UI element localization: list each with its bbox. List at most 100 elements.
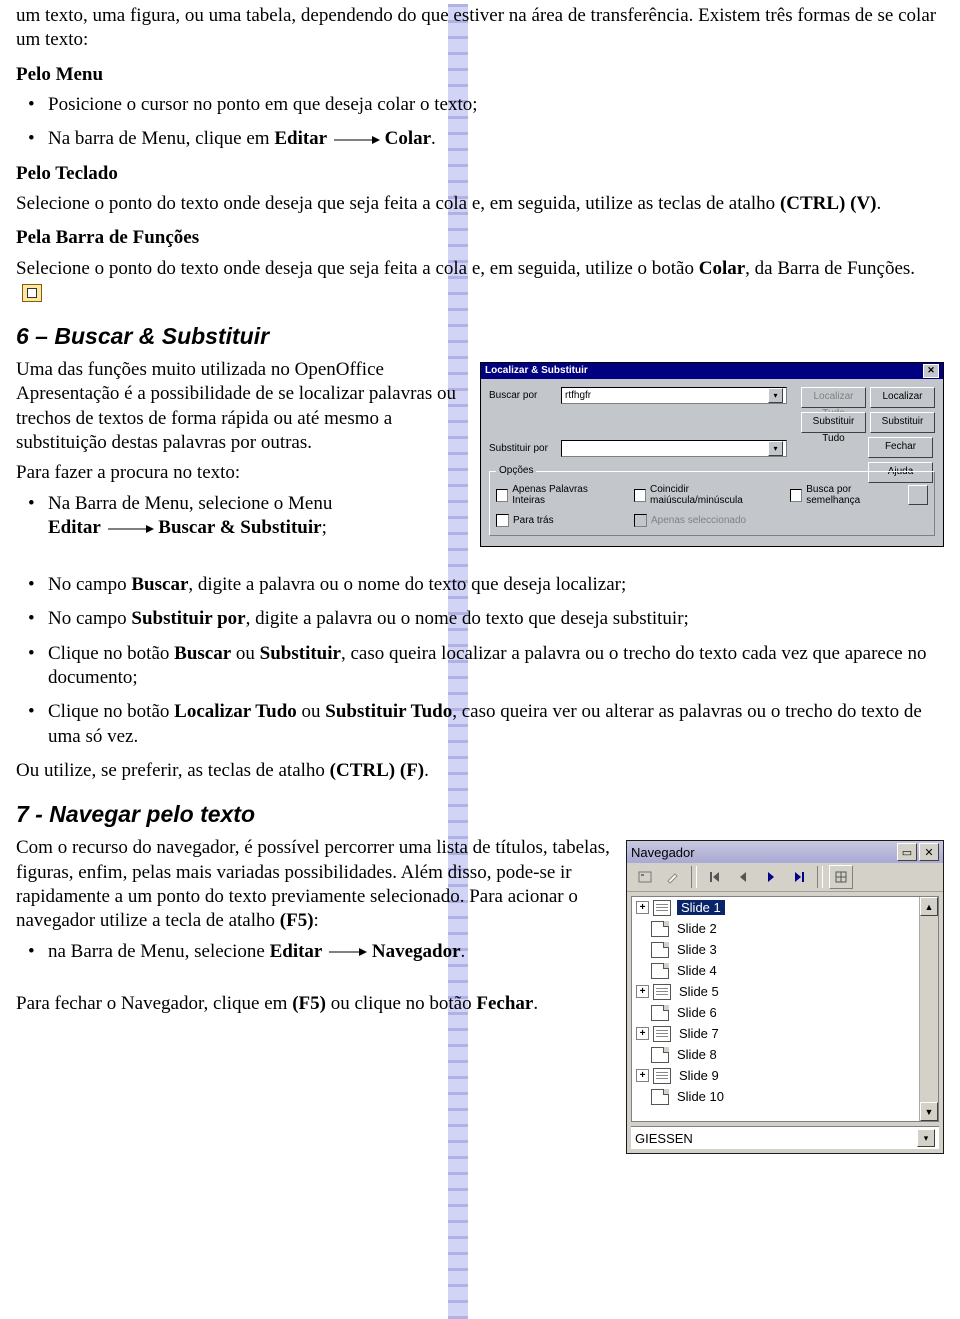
scrollbar[interactable]: ▲ ▼ [919, 897, 938, 1121]
prev-icon[interactable] [731, 865, 755, 889]
text-bold: Localizar Tudo [174, 701, 297, 722]
text-bold: Substituir [260, 643, 341, 664]
slide-icon [651, 1047, 669, 1063]
bullet-replace-field: No campo Substituir por, digite a palavr… [38, 607, 944, 631]
intro-paragraph: um texto, uma figura, ou uma tabela, dep… [16, 4, 944, 53]
toolbar-icon-1[interactable] [633, 865, 657, 889]
navigator-tree[interactable]: ▲ ▼ +Slide 1Slide 2Slide 3Slide 4+Slide … [631, 896, 939, 1122]
text-bold: Editar [274, 128, 327, 149]
close-icon[interactable]: ✕ [919, 843, 939, 861]
heading-7: 7 - Navegar pelo texto [16, 801, 944, 828]
expand-icon[interactable]: + [636, 1027, 649, 1040]
tree-item[interactable]: Slide 10 [632, 1086, 938, 1107]
expand-icon[interactable]: + [636, 901, 649, 914]
text: na Barra de Menu, selecione [48, 941, 270, 962]
navigator-titlebar: Navegador ▭ ✕ [627, 841, 943, 863]
bullet-6-menu: Na Barra de Menu, selecione o Menu Edita… [38, 492, 944, 541]
text: Na barra de Menu, clique em [48, 128, 274, 149]
toolbar-pencil-icon[interactable] [661, 865, 685, 889]
text: Selecione o ponto do texto onde deseja q… [16, 193, 780, 214]
dialog-title: Localizar & Substituir [485, 363, 588, 379]
close-button[interactable]: Fechar [868, 437, 933, 458]
tree-item[interactable]: Slide 2 [632, 918, 938, 939]
chevron-down-icon[interactable]: ▾ [768, 441, 783, 456]
tree-item[interactable]: + Slide 1 [632, 897, 938, 918]
text-bold: Substituir Tudo [325, 701, 452, 722]
paste-icon [22, 284, 42, 302]
text: Para fechar o Navegador, clique em [16, 993, 292, 1014]
tree-item-label: Slide 2 [675, 921, 719, 936]
text-bold: Editar [48, 517, 101, 538]
chevron-down-icon[interactable]: ▾ [917, 1129, 935, 1147]
tree-item-label: Slide 6 [675, 1005, 719, 1020]
heading-pelo-teclado: Pelo Teclado [16, 162, 944, 186]
tree-item-label: Slide 1 [677, 900, 725, 915]
find-all-button[interactable]: Localizar Tudo [801, 387, 866, 408]
slide-icon [653, 984, 671, 1000]
text-bold: Buscar [174, 643, 231, 664]
tree-item[interactable]: + Slide 5 [632, 981, 938, 1002]
text: Na Barra de Menu, selecione o Menu [48, 493, 332, 514]
find-input[interactable]: rtfhgfr▾ [561, 387, 787, 404]
replace-all-button[interactable]: Substituir Tudo [801, 412, 866, 433]
text: , digite a palavra ou o nome do texto qu… [246, 608, 689, 629]
text-bold: Fechar [476, 993, 533, 1014]
first-icon[interactable] [703, 865, 727, 889]
shortcut: (F5) [280, 910, 314, 931]
paragraph-7-close: Para fechar o Navegador, clique em (F5) … [16, 992, 626, 1016]
navigator-toolbar [627, 863, 943, 892]
shortcut: (CTRL) (F) [330, 760, 424, 781]
expand-spacer [636, 923, 647, 934]
paragraph-7-intro: Com o recurso do navegador, é possível p… [16, 836, 626, 933]
text: : [314, 910, 319, 931]
slide-icon [653, 1068, 671, 1084]
chevron-down-icon[interactable]: ▾ [768, 388, 783, 403]
expand-icon[interactable]: + [636, 1069, 649, 1082]
tree-item-label: Slide 9 [677, 1068, 721, 1083]
last-icon[interactable] [787, 865, 811, 889]
tree-item[interactable]: + Slide 9 [632, 1065, 938, 1086]
heading-pelo-menu: Pelo Menu [16, 63, 944, 87]
text: , da Barra de Funções. [745, 258, 915, 279]
text-bold: Navegador [372, 941, 461, 962]
arrow-icon [327, 947, 367, 957]
heading-barra-funcoes: Pela Barra de Funções [16, 226, 944, 250]
slide-icon [651, 1005, 669, 1021]
tree-item[interactable]: Slide 6 [632, 1002, 938, 1023]
text-bold: Substituir por [131, 608, 245, 629]
bullet-menu-1: Posicione o cursor no ponto em que desej… [38, 93, 944, 117]
slide-icon [651, 963, 669, 979]
navigator-figure: Navegador ▭ ✕ ▲ ▼ +Slide 1Slide 2Slide 3… [626, 840, 944, 1154]
expand-icon[interactable]: + [636, 985, 649, 998]
text: , digite a palavra ou o nome do texto qu… [188, 574, 626, 595]
next-icon[interactable] [759, 865, 783, 889]
scroll-down-icon[interactable]: ▼ [920, 1102, 938, 1121]
tree-item[interactable]: + Slide 7 [632, 1023, 938, 1044]
tree-item-label: Slide 8 [675, 1047, 719, 1062]
scroll-up-icon[interactable]: ▲ [920, 897, 938, 916]
text: . [533, 993, 538, 1014]
text: No campo [48, 574, 131, 595]
replace-input[interactable]: ▾ [561, 440, 787, 457]
navigator-doc-selector[interactable]: GIESSEN ▾ [631, 1126, 939, 1149]
toolbar-drag-icon[interactable] [829, 865, 853, 889]
navigator-title: Navegador [631, 845, 695, 860]
shortcut: (CTRL) (V) [780, 193, 877, 214]
close-icon[interactable]: ✕ [923, 364, 939, 378]
bullet-7-menu: na Barra de Menu, selecione Editar Naveg… [38, 940, 944, 964]
heading-6: 6 – Buscar & Substituir [16, 323, 944, 350]
tree-item[interactable]: Slide 8 [632, 1044, 938, 1065]
minimize-icon[interactable]: ▭ [897, 843, 917, 861]
navigator-window: Navegador ▭ ✕ ▲ ▼ +Slide 1Slide 2Slide 3… [626, 840, 944, 1154]
replace-button[interactable]: Substituir [870, 412, 935, 433]
slide-icon [651, 921, 669, 937]
text: Clique no botão [48, 701, 174, 722]
arrow-icon [332, 135, 380, 145]
text: . [877, 193, 882, 214]
slide-icon [653, 900, 671, 916]
find-button[interactable]: Localizar [870, 387, 935, 408]
tree-item-label: Slide 7 [677, 1026, 721, 1041]
text: ; [322, 517, 327, 538]
tree-item-label: Slide 5 [677, 984, 721, 999]
text-bold: Buscar & Substituir [158, 517, 321, 538]
